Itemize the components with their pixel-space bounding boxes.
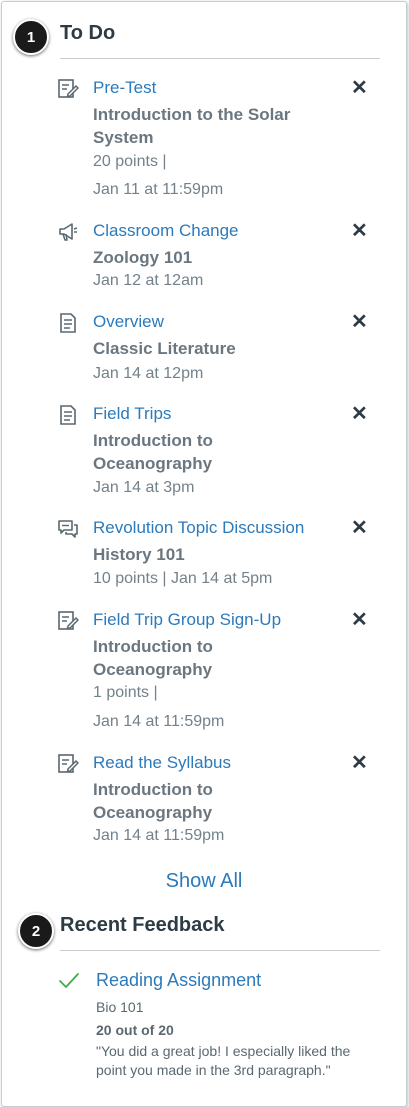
todo-item-due-date: Jan 11 at 11:59pm	[93, 181, 224, 198]
todo-item-course: Introduction to the Solar System	[93, 105, 291, 147]
todo-item-title[interactable]: Field Trip Group Sign-Up	[93, 610, 281, 630]
todo-sidebar: 1 To Do Pre-Test Introduction to the Sol…	[1, 1, 407, 1107]
recent-feedback-heading: Recent Feedback	[60, 914, 225, 936]
discussion-icon	[57, 518, 79, 540]
todo-item-course: Classic Literature	[93, 339, 236, 358]
todo-item-due-date: Jan 14 at 3pm	[93, 479, 195, 496]
todo-item-course: Zoology 101	[93, 248, 193, 267]
dismiss-icon[interactable]: ✕	[351, 404, 371, 424]
todo-item-points-date: 10 points | Jan 14 at 5pm	[93, 570, 273, 587]
todo-item-title[interactable]: Field Trips	[93, 404, 171, 424]
todo-item-title[interactable]: Overview	[93, 312, 164, 332]
page-icon	[57, 404, 79, 426]
todo-item-title[interactable]: Revolution Topic Discussion	[93, 518, 304, 538]
recent-feedback-header: Recent Feedback	[60, 914, 380, 951]
todo-item-course: Introduction to Oceanography	[93, 780, 213, 822]
todo-item-points: 20 points |	[93, 153, 167, 170]
todo-item-due-date: Jan 14 at 11:59pm	[93, 713, 225, 730]
feedback-title[interactable]: Reading Assignment	[96, 970, 261, 991]
dismiss-icon[interactable]: ✕	[351, 78, 371, 98]
todo-item-course: Introduction to Oceanography	[93, 431, 213, 473]
dismiss-icon[interactable]: ✕	[351, 221, 371, 241]
callout-2: 2	[18, 913, 54, 949]
todo-item-title[interactable]: Pre-Test	[93, 78, 156, 98]
callout-1: 1	[13, 19, 49, 55]
feedback-course: Bio 101	[96, 999, 144, 1015]
check-icon	[58, 969, 80, 991]
todo-item-due-date: Jan 14 at 11:59pm	[93, 827, 225, 844]
todo-item-course: Introduction to Oceanography	[93, 637, 213, 679]
todo-item-due-date: Jan 12 at 12am	[93, 272, 204, 289]
todo-item-points: 1 points |	[93, 684, 158, 701]
dismiss-icon[interactable]: ✕	[351, 312, 371, 332]
quiz-icon	[57, 78, 80, 100]
dismiss-icon[interactable]: ✕	[351, 753, 371, 773]
feedback-score: 20 out of 20	[96, 1022, 174, 1038]
page-icon	[57, 312, 79, 334]
quiz-icon	[57, 753, 80, 775]
todo-item-course: History 101	[93, 545, 185, 564]
dismiss-icon[interactable]: ✕	[351, 518, 371, 538]
todo-item-due-date: Jan 14 at 12pm	[93, 365, 204, 382]
show-all-link[interactable]: Show All	[2, 870, 406, 893]
todo-item-title[interactable]: Classroom Change	[93, 221, 239, 241]
announcement-icon	[57, 221, 79, 243]
dismiss-icon[interactable]: ✕	[351, 610, 371, 630]
feedback-comment: "You did a great job! I especially liked…	[96, 1043, 351, 1078]
todo-heading: To Do	[60, 22, 116, 44]
quiz-icon	[57, 610, 80, 632]
todo-item-title[interactable]: Read the Syllabus	[93, 753, 231, 773]
todo-header: To Do	[60, 22, 380, 59]
